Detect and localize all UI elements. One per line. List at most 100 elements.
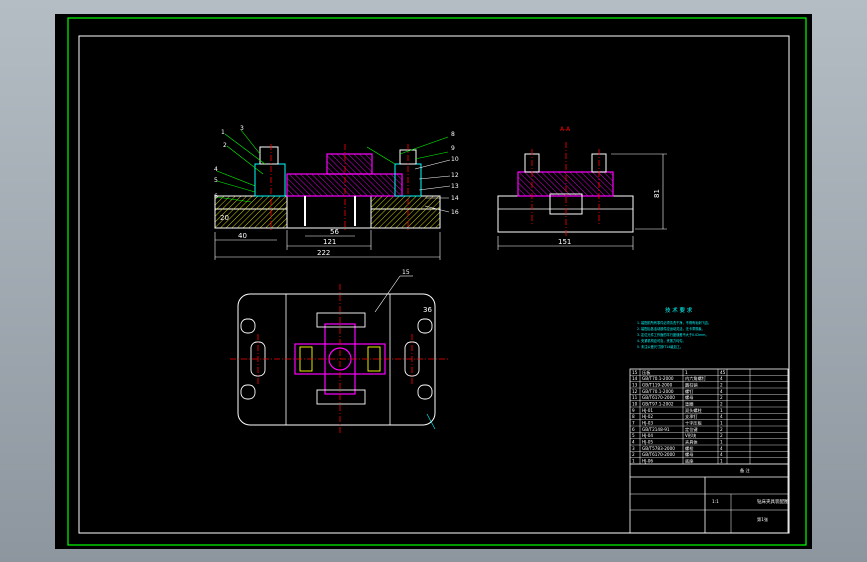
bom-cell: GB/T70.1-2000	[642, 376, 674, 381]
drawing-name: 钻床夹具装配图	[757, 498, 789, 505]
leader-label-16: 16	[451, 209, 459, 216]
bom-cell: HJ-02	[642, 414, 653, 419]
bom-cell: 支承钉	[685, 413, 698, 420]
bom-cell: 2	[632, 452, 635, 457]
dim-56: 56	[330, 228, 339, 236]
leader-label-12: 12	[451, 172, 459, 179]
bom-cell: 4	[720, 452, 723, 457]
bom-cell: 11	[632, 395, 638, 400]
technical-notes: 技 术 要 求 1. 装配前所有零件必须清洗干净，不得有毛刺飞边。 2. 装配后…	[637, 306, 711, 349]
bom-cell: 2	[720, 395, 723, 400]
assembly-drawing: 40 56 121 222 20 1 2 3 4 5 6 8 9 10 12 1…	[67, 17, 807, 546]
leader-label-1: 1	[221, 129, 225, 136]
bom-cell: 圆柱销	[685, 382, 698, 389]
bom-cell: GB/T97.1-2002	[642, 402, 674, 407]
outer-border	[67, 17, 807, 546]
tech-note-1: 1. 装配前所有零件必须清洗干净，不得有毛刺飞边。	[637, 320, 711, 325]
bom-cell: 5	[632, 433, 635, 438]
cad-viewport[interactable]: 40 56 121 222 20 1 2 3 4 5 6 8 9 10 12 1…	[0, 0, 867, 562]
bom-cell: 1	[685, 370, 688, 375]
bom-cell: GB/T5783-2000	[642, 446, 675, 451]
bom-cell: 4	[720, 446, 723, 451]
drawing-canvas[interactable]: 40 56 121 222 20 1 2 3 4 5 6 8 9 10 12 1…	[55, 14, 812, 549]
tech-note-2: 2. 装配后各活动部件应运动灵活，无卡滞现象。	[637, 326, 705, 331]
leader-label-6: 6	[214, 193, 218, 200]
bom-cell: 定位键	[685, 426, 698, 433]
bom-cell: 8	[632, 414, 635, 419]
bom-cell: 45	[720, 370, 726, 375]
section-label: A-A	[560, 126, 571, 133]
bom-cell: 压板	[642, 369, 651, 376]
leader-label-4: 4	[214, 166, 218, 173]
bom-cell: 4	[720, 389, 723, 394]
bom-cell: 15	[632, 370, 638, 375]
top-view: 15 36	[230, 269, 450, 434]
title-block-remarks: 备 注	[740, 467, 751, 474]
leader-label-10: 10	[451, 156, 459, 163]
section-view-a-a: A-A 151 81	[497, 126, 667, 250]
dim-81: 81	[653, 189, 661, 198]
bom-cell: HJ-03	[642, 421, 653, 426]
bom-cell: 底座	[685, 458, 693, 465]
inner-border	[78, 35, 790, 534]
bom-cell: 内六角螺钉	[685, 375, 707, 382]
bom-cell: HJ-05	[642, 440, 653, 445]
dim-151: 151	[558, 238, 571, 246]
bom-cell: 4	[632, 440, 635, 445]
bom-cell: 13	[632, 383, 638, 388]
leader-label-13: 13	[451, 183, 459, 190]
sheet-number: 第1张	[757, 516, 769, 523]
bom-cell: GB/T70.1-2000	[642, 389, 674, 394]
leader-label-15: 15	[402, 269, 410, 276]
bom-cell: 4	[720, 414, 723, 419]
bom-cell: 十字压板	[685, 420, 703, 427]
tech-notes-heading: 技 术 要 求	[665, 306, 693, 314]
bom-cell: 1	[720, 408, 723, 413]
tech-note-5: 5. 未注公差尺寸按IT14级加工。	[637, 344, 683, 349]
bill-of-materials: 备 注 钻床夹具装配图 1:1 第1张 15 压板 1 4514 GB/T70.1-20…	[629, 368, 789, 534]
bom-cell: 螺母	[685, 394, 693, 401]
bom-cell: 3	[632, 446, 635, 451]
scale-value: 1:1	[712, 499, 719, 504]
bom-cell: 螺栓	[685, 445, 694, 452]
leader-label-9: 9	[451, 145, 455, 152]
bom-cell: 4	[720, 376, 723, 381]
bom-cell: HJ-04	[642, 433, 653, 438]
bom-cell: 1	[720, 421, 723, 426]
bom-cell: 螺母	[685, 451, 693, 458]
bom-cell: 双头螺柱	[685, 407, 703, 414]
bom-cell: 2	[720, 383, 723, 388]
leader-label-5: 5	[214, 177, 218, 184]
bom-cell: 7	[632, 421, 635, 426]
bom-cell: 10	[632, 402, 638, 407]
bom-cell: GB/T119-2000	[642, 383, 673, 388]
bom-cell: HJ-01	[642, 408, 653, 413]
bom-cell: GB/T6170-2000	[642, 452, 675, 457]
bom-cell: 2	[720, 433, 723, 438]
dim-222: 222	[317, 249, 330, 257]
bom-cell: 垫圈	[685, 401, 693, 408]
bom-cell: 螺钉	[685, 388, 694, 395]
dim-40: 40	[238, 232, 247, 240]
dim-121: 121	[323, 238, 336, 246]
bom-cell: 12	[632, 389, 638, 394]
leader-label-8: 8	[451, 131, 455, 138]
bom-cell: HJ-06	[642, 459, 653, 464]
bom-cell: 6	[632, 427, 635, 432]
leader-label-3: 3	[240, 125, 244, 132]
bom-cell: V形块	[685, 432, 697, 439]
bom-cell: 2	[720, 427, 723, 432]
dim-20: 20	[220, 214, 229, 222]
bom-cell: 9	[632, 408, 635, 413]
dim-36: 36	[423, 306, 432, 314]
bom-cell: 14	[632, 376, 638, 381]
bom-cell: 1	[720, 459, 723, 464]
bom-cell: 2	[720, 402, 723, 407]
tech-note-4: 4. 夹紧机构应可靠，夹紧力均匀。	[637, 338, 686, 343]
bom-cell: GB/T6170-2000	[642, 395, 675, 400]
leader-label-14: 14	[451, 195, 459, 202]
tech-note-3: 3. 定位元件工作面的平行度误差不大于0.02mm。	[637, 332, 709, 337]
bom-cell: 夹具体	[685, 439, 698, 446]
bom-cell: GB/T2148-91	[642, 427, 670, 432]
front-view: 40 56 121 222 20 1 2 3 4 5 6 8 9 10 12 1…	[214, 125, 459, 260]
